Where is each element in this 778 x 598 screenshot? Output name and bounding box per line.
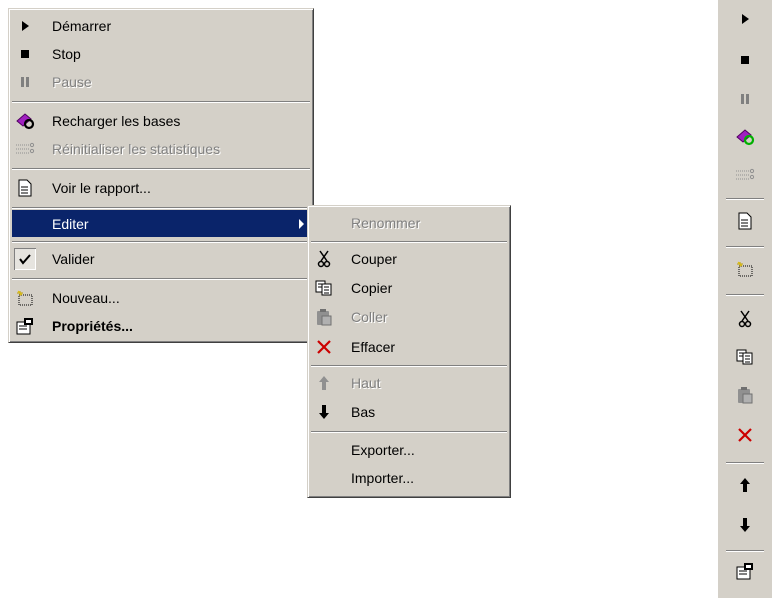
menu-item-label: Importer... — [351, 470, 415, 486]
toolbar-down-button[interactable] — [731, 512, 759, 540]
toolbar-pause-button[interactable] — [731, 86, 759, 114]
reset-stats-icon — [735, 168, 755, 185]
arrow-down-icon — [313, 401, 335, 423]
menu-separator — [311, 365, 507, 367]
menu-item-label: Pause — [52, 74, 92, 90]
properties-icon — [14, 315, 36, 337]
menu-separator — [12, 278, 310, 280]
edit-submenu: Renommer Couper Copier Coller Effacer Ha… — [307, 205, 511, 498]
toolbar-paste-button[interactable] — [731, 382, 759, 410]
toolbar-properties-button[interactable] — [731, 558, 759, 586]
report-icon — [737, 212, 753, 233]
menu-item-label: Nouveau... — [52, 290, 120, 306]
vertical-toolbar — [718, 0, 772, 598]
delete-icon — [313, 336, 335, 358]
paste-icon — [737, 386, 753, 407]
toolbar-reset-stats-button[interactable] — [731, 162, 759, 190]
menu-item-copy[interactable]: Copier — [311, 274, 507, 302]
toolbar-separator — [726, 462, 764, 464]
menu-item-down[interactable]: Bas — [311, 398, 507, 426]
paste-icon — [313, 306, 335, 328]
cut-icon — [738, 310, 752, 331]
play-icon — [740, 12, 750, 28]
toolbar-up-button[interactable] — [731, 472, 759, 500]
checkmark-icon — [14, 248, 36, 270]
menu-item-label: Coller — [351, 309, 388, 325]
menu-item-import[interactable]: Importer... — [311, 464, 507, 492]
menu-item-paste[interactable]: Coller — [311, 303, 507, 331]
menu-separator — [12, 168, 310, 170]
copy-icon — [313, 277, 335, 299]
menu-item-label: Effacer — [351, 339, 396, 355]
toolbar-stop-button[interactable] — [731, 46, 759, 74]
report-icon — [14, 177, 36, 199]
menu-item-label: Exporter... — [351, 442, 415, 458]
toolbar-report-button[interactable] — [731, 208, 759, 236]
toolbar-reload-button[interactable] — [731, 124, 759, 152]
toolbar-separator — [726, 198, 764, 200]
menu-item-reset-stats[interactable]: Réinitialiser les statistiques — [12, 135, 310, 163]
reset-stats-icon — [14, 138, 36, 160]
properties-icon — [736, 562, 754, 583]
toolbar-new-button[interactable] — [731, 256, 759, 284]
stop-icon — [14, 43, 36, 65]
menu-item-up[interactable]: Haut — [311, 369, 507, 397]
menu-item-validate[interactable]: Valider — [12, 245, 310, 273]
menu-item-label: Stop — [52, 46, 81, 62]
toolbar-cut-button[interactable] — [731, 306, 759, 334]
menu-item-reload[interactable]: Recharger les bases — [12, 107, 310, 135]
menu-item-label: Copier — [351, 280, 393, 296]
reload-icon — [735, 128, 755, 149]
toolbar-separator — [726, 246, 764, 248]
menu-item-label: Voir le rapport... — [52, 180, 151, 196]
new-icon — [14, 287, 36, 309]
copy-icon — [736, 349, 754, 368]
arrow-up-icon — [739, 477, 751, 496]
menu-item-cut[interactable]: Couper — [311, 245, 507, 273]
menu-item-label: Editer — [52, 216, 89, 232]
menu-item-label: Renommer — [351, 215, 421, 231]
menu-item-view-report[interactable]: Voir le rapport... — [12, 174, 310, 202]
menu-item-label: Valider — [52, 251, 95, 267]
toolbar-start-button[interactable] — [731, 6, 759, 34]
stop-icon — [740, 52, 750, 68]
menu-item-label: Couper — [351, 251, 397, 267]
arrow-up-icon — [313, 372, 335, 394]
cut-icon — [313, 248, 335, 270]
play-icon — [14, 15, 36, 37]
menu-separator — [311, 241, 507, 243]
menu-item-label: Démarrer — [52, 18, 112, 34]
toolbar-delete-button[interactable] — [731, 422, 759, 450]
menu-item-label: Propriétés... — [52, 318, 133, 334]
toolbar-separator — [726, 550, 764, 552]
menu-item-stop[interactable]: Stop — [12, 40, 310, 68]
menu-item-rename[interactable]: Renommer — [311, 209, 507, 237]
new-icon — [736, 261, 754, 280]
menu-item-label: Recharger les bases — [52, 113, 181, 129]
toolbar-copy-button[interactable] — [731, 344, 759, 372]
reload-icon — [14, 110, 36, 132]
menu-item-export[interactable]: Exporter... — [311, 436, 507, 464]
toolbar-separator — [726, 294, 764, 296]
menu-item-start[interactable]: Démarrer — [12, 12, 310, 40]
menu-item-label: Bas — [351, 404, 376, 420]
arrow-down-icon — [739, 517, 751, 536]
delete-icon — [738, 427, 752, 445]
submenu-arrow-icon — [299, 219, 304, 229]
menu-item-delete[interactable]: Effacer — [311, 333, 507, 361]
menu-separator — [311, 431, 507, 433]
menu-separator — [12, 207, 310, 209]
menu-separator — [12, 241, 310, 243]
menu-item-properties[interactable]: Propriétés... — [12, 312, 310, 340]
pause-icon — [14, 71, 36, 93]
context-menu: Démarrer Stop Pause Recharger les bases … — [8, 8, 314, 343]
menu-item-edit[interactable]: Editer — [12, 210, 310, 237]
menu-item-label: Haut — [351, 375, 381, 391]
menu-separator — [12, 101, 310, 103]
menu-item-pause[interactable]: Pause — [12, 68, 310, 96]
menu-item-new[interactable]: Nouveau... — [12, 284, 310, 312]
pause-icon — [740, 92, 750, 108]
menu-item-label: Réinitialiser les statistiques — [52, 141, 221, 157]
